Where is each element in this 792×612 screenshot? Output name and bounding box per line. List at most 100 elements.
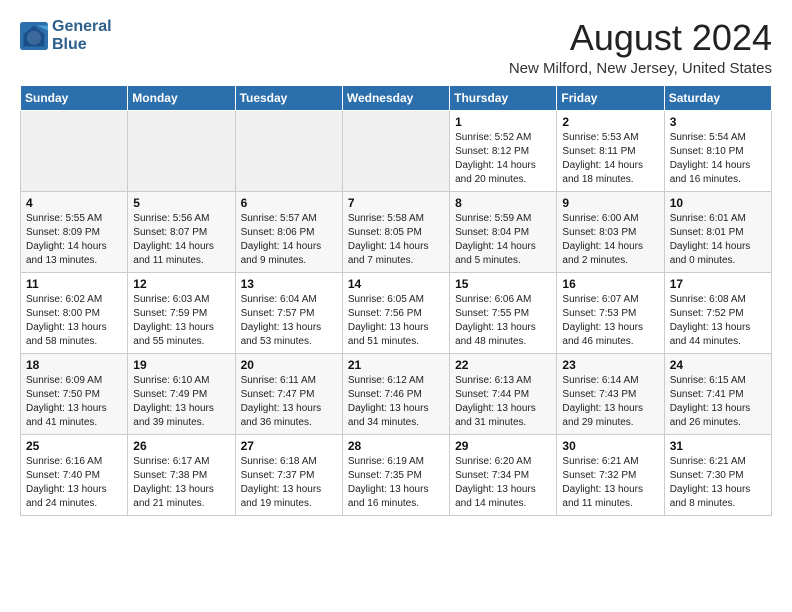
calendar-cell: 31 Sunrise: 6:21 AM Sunset: 7:30 PM Dayli… [664,434,771,515]
day-info: Sunrise: 5:58 AM Sunset: 8:05 PM Dayligh… [348,212,444,268]
day-number: 30 [562,439,658,453]
calendar-cell: 17Sunrise: 6:08 AM Sunset: 7:52 PM Dayli… [664,272,771,353]
calendar-cell: 14 Sunrise: 6:05 AM Sunset: 7:56 PM Dayli… [342,272,449,353]
calendar-cell: 27Sunrise: 6:18 AM Sunset: 7:37 PM Dayli… [235,434,342,515]
calendar-cell: 26Sunrise: 6:17 AM Sunset: 7:38 PM Dayli… [128,434,235,515]
calendar-cell: 29 Sunrise: 6:20 AM Sunset: 7:34 PM Dayli… [450,434,557,515]
calendar-week-1: 1Sunrise: 5:52 AM Sunset: 8:12 PM Daylig… [21,110,772,191]
day-info: Sunrise: 6:11 AM Sunset: 7:47 PM Dayligh… [241,374,337,430]
day-info: Sunrise: 6:05 AM Sunset: 7:56 PM Dayligh… [348,293,444,349]
header: General Blue August 2024 New Milford, Ne… [20,18,772,77]
weekday-header-friday: Friday [557,85,664,110]
day-number: 5 [133,196,229,210]
calendar-cell: 11 Sunrise: 6:02 AM Sunset: 8:00 PM Dayli… [21,272,128,353]
day-info: Sunrise: 6:10 AM Sunset: 7:49 PM Dayligh… [133,374,229,430]
calendar-cell: 1Sunrise: 5:52 AM Sunset: 8:12 PM Daylig… [450,110,557,191]
calendar-cell: 20 Sunrise: 6:11 AM Sunset: 7:47 PM Dayli… [235,353,342,434]
day-info: Sunrise: 6:13 AM Sunset: 7:44 PM Dayligh… [455,374,551,430]
day-number: 13 [241,277,337,291]
calendar-cell: 18Sunrise: 6:09 AM Sunset: 7:50 PM Dayli… [21,353,128,434]
calendar-cell: 23 Sunrise: 6:14 AM Sunset: 7:43 PM Dayli… [557,353,664,434]
calendar-cell: 4Sunrise: 5:55 AM Sunset: 8:09 PM Daylig… [21,191,128,272]
day-info: Sunrise: 6:21 AM Sunset: 7:32 PM Dayligh… [562,455,658,511]
day-number: 16 [562,277,658,291]
day-info: Sunrise: 6:17 AM Sunset: 7:38 PM Dayligh… [133,455,229,511]
calendar-cell: 22Sunrise: 6:13 AM Sunset: 7:44 PM Dayli… [450,353,557,434]
calendar-week-5: 25Sunrise: 6:16 AM Sunset: 7:40 PM Dayli… [21,434,772,515]
day-info: Sunrise: 6:07 AM Sunset: 7:53 PM Dayligh… [562,293,658,349]
day-info: Sunrise: 6:02 AM Sunset: 8:00 PM Dayligh… [26,293,122,349]
weekday-row: SundayMondayTuesdayWednesdayThursdayFrid… [21,85,772,110]
calendar-cell: 13 Sunrise: 6:04 AM Sunset: 7:57 PM Dayli… [235,272,342,353]
day-info: Sunrise: 5:54 AM Sunset: 8:10 PM Dayligh… [670,131,766,187]
day-info: Sunrise: 6:12 AM Sunset: 7:46 PM Dayligh… [348,374,444,430]
title-block: August 2024 New Milford, New Jersey, Uni… [509,18,772,77]
calendar-cell: 24 Sunrise: 6:15 AM Sunset: 7:41 PM Dayli… [664,353,771,434]
day-number: 2 [562,115,658,129]
day-info: Sunrise: 6:16 AM Sunset: 7:40 PM Dayligh… [26,455,122,511]
calendar-cell: 16 Sunrise: 6:07 AM Sunset: 7:53 PM Dayli… [557,272,664,353]
day-number: 6 [241,196,337,210]
day-info: Sunrise: 6:20 AM Sunset: 7:34 PM Dayligh… [455,455,551,511]
weekday-header-tuesday: Tuesday [235,85,342,110]
day-info: Sunrise: 6:03 AM Sunset: 7:59 PM Dayligh… [133,293,229,349]
calendar-cell: 10Sunrise: 6:01 AM Sunset: 8:01 PM Dayli… [664,191,771,272]
calendar-cell: 21Sunrise: 6:12 AM Sunset: 7:46 PM Dayli… [342,353,449,434]
calendar: SundayMondayTuesdayWednesdayThursdayFrid… [20,85,772,516]
day-info: Sunrise: 5:59 AM Sunset: 8:04 PM Dayligh… [455,212,551,268]
calendar-cell [342,110,449,191]
day-info: Sunrise: 5:52 AM Sunset: 8:12 PM Dayligh… [455,131,551,187]
day-number: 24 [670,358,766,372]
day-info: Sunrise: 6:00 AM Sunset: 8:03 PM Dayligh… [562,212,658,268]
calendar-cell: 25Sunrise: 6:16 AM Sunset: 7:40 PM Dayli… [21,434,128,515]
calendar-cell: 6Sunrise: 5:57 AM Sunset: 8:06 PM Daylig… [235,191,342,272]
calendar-cell: 8 Sunrise: 5:59 AM Sunset: 8:04 PM Daylig… [450,191,557,272]
day-number: 14 [348,277,444,291]
day-number: 3 [670,115,766,129]
day-number: 20 [241,358,337,372]
calendar-week-2: 4Sunrise: 5:55 AM Sunset: 8:09 PM Daylig… [21,191,772,272]
day-info: Sunrise: 6:18 AM Sunset: 7:37 PM Dayligh… [241,455,337,511]
weekday-header-saturday: Saturday [664,85,771,110]
day-info: Sunrise: 6:04 AM Sunset: 7:57 PM Dayligh… [241,293,337,349]
day-number: 4 [26,196,122,210]
day-number: 15 [455,277,551,291]
day-info: Sunrise: 5:56 AM Sunset: 8:07 PM Dayligh… [133,212,229,268]
day-number: 8 [455,196,551,210]
day-number: 18 [26,358,122,372]
calendar-cell: 19 Sunrise: 6:10 AM Sunset: 7:49 PM Dayli… [128,353,235,434]
location: New Milford, New Jersey, United States [509,60,772,77]
logo: General Blue [20,18,112,53]
calendar-cell [235,110,342,191]
logo-line1: General [52,18,112,36]
day-info: Sunrise: 6:06 AM Sunset: 7:55 PM Dayligh… [455,293,551,349]
day-info: Sunrise: 6:01 AM Sunset: 8:01 PM Dayligh… [670,212,766,268]
day-number: 19 [133,358,229,372]
day-number: 31 [670,439,766,453]
day-info: Sunrise: 6:19 AM Sunset: 7:35 PM Dayligh… [348,455,444,511]
logo-line2: Blue [52,36,112,54]
weekday-header-sunday: Sunday [21,85,128,110]
calendar-cell: 30 Sunrise: 6:21 AM Sunset: 7:32 PM Dayli… [557,434,664,515]
day-number: 29 [455,439,551,453]
calendar-cell: 5 Sunrise: 5:56 AM Sunset: 8:07 PM Daylig… [128,191,235,272]
calendar-cell: 12Sunrise: 6:03 AM Sunset: 7:59 PM Dayli… [128,272,235,353]
page: General Blue August 2024 New Milford, Ne… [0,0,792,526]
weekday-header-wednesday: Wednesday [342,85,449,110]
calendar-cell: 28Sunrise: 6:19 AM Sunset: 7:35 PM Dayli… [342,434,449,515]
calendar-cell [128,110,235,191]
calendar-week-4: 18Sunrise: 6:09 AM Sunset: 7:50 PM Dayli… [21,353,772,434]
calendar-cell [21,110,128,191]
day-number: 17 [670,277,766,291]
day-number: 11 [26,277,122,291]
calendar-cell: 9Sunrise: 6:00 AM Sunset: 8:03 PM Daylig… [557,191,664,272]
day-info: Sunrise: 6:15 AM Sunset: 7:41 PM Dayligh… [670,374,766,430]
day-info: Sunrise: 5:53 AM Sunset: 8:11 PM Dayligh… [562,131,658,187]
logo-icon [20,22,48,50]
month-title: August 2024 [509,18,772,58]
calendar-cell: 15 Sunrise: 6:06 AM Sunset: 7:55 PM Dayli… [450,272,557,353]
weekday-header-monday: Monday [128,85,235,110]
day-info: Sunrise: 6:14 AM Sunset: 7:43 PM Dayligh… [562,374,658,430]
day-info: Sunrise: 6:21 AM Sunset: 7:30 PM Dayligh… [670,455,766,511]
day-number: 23 [562,358,658,372]
